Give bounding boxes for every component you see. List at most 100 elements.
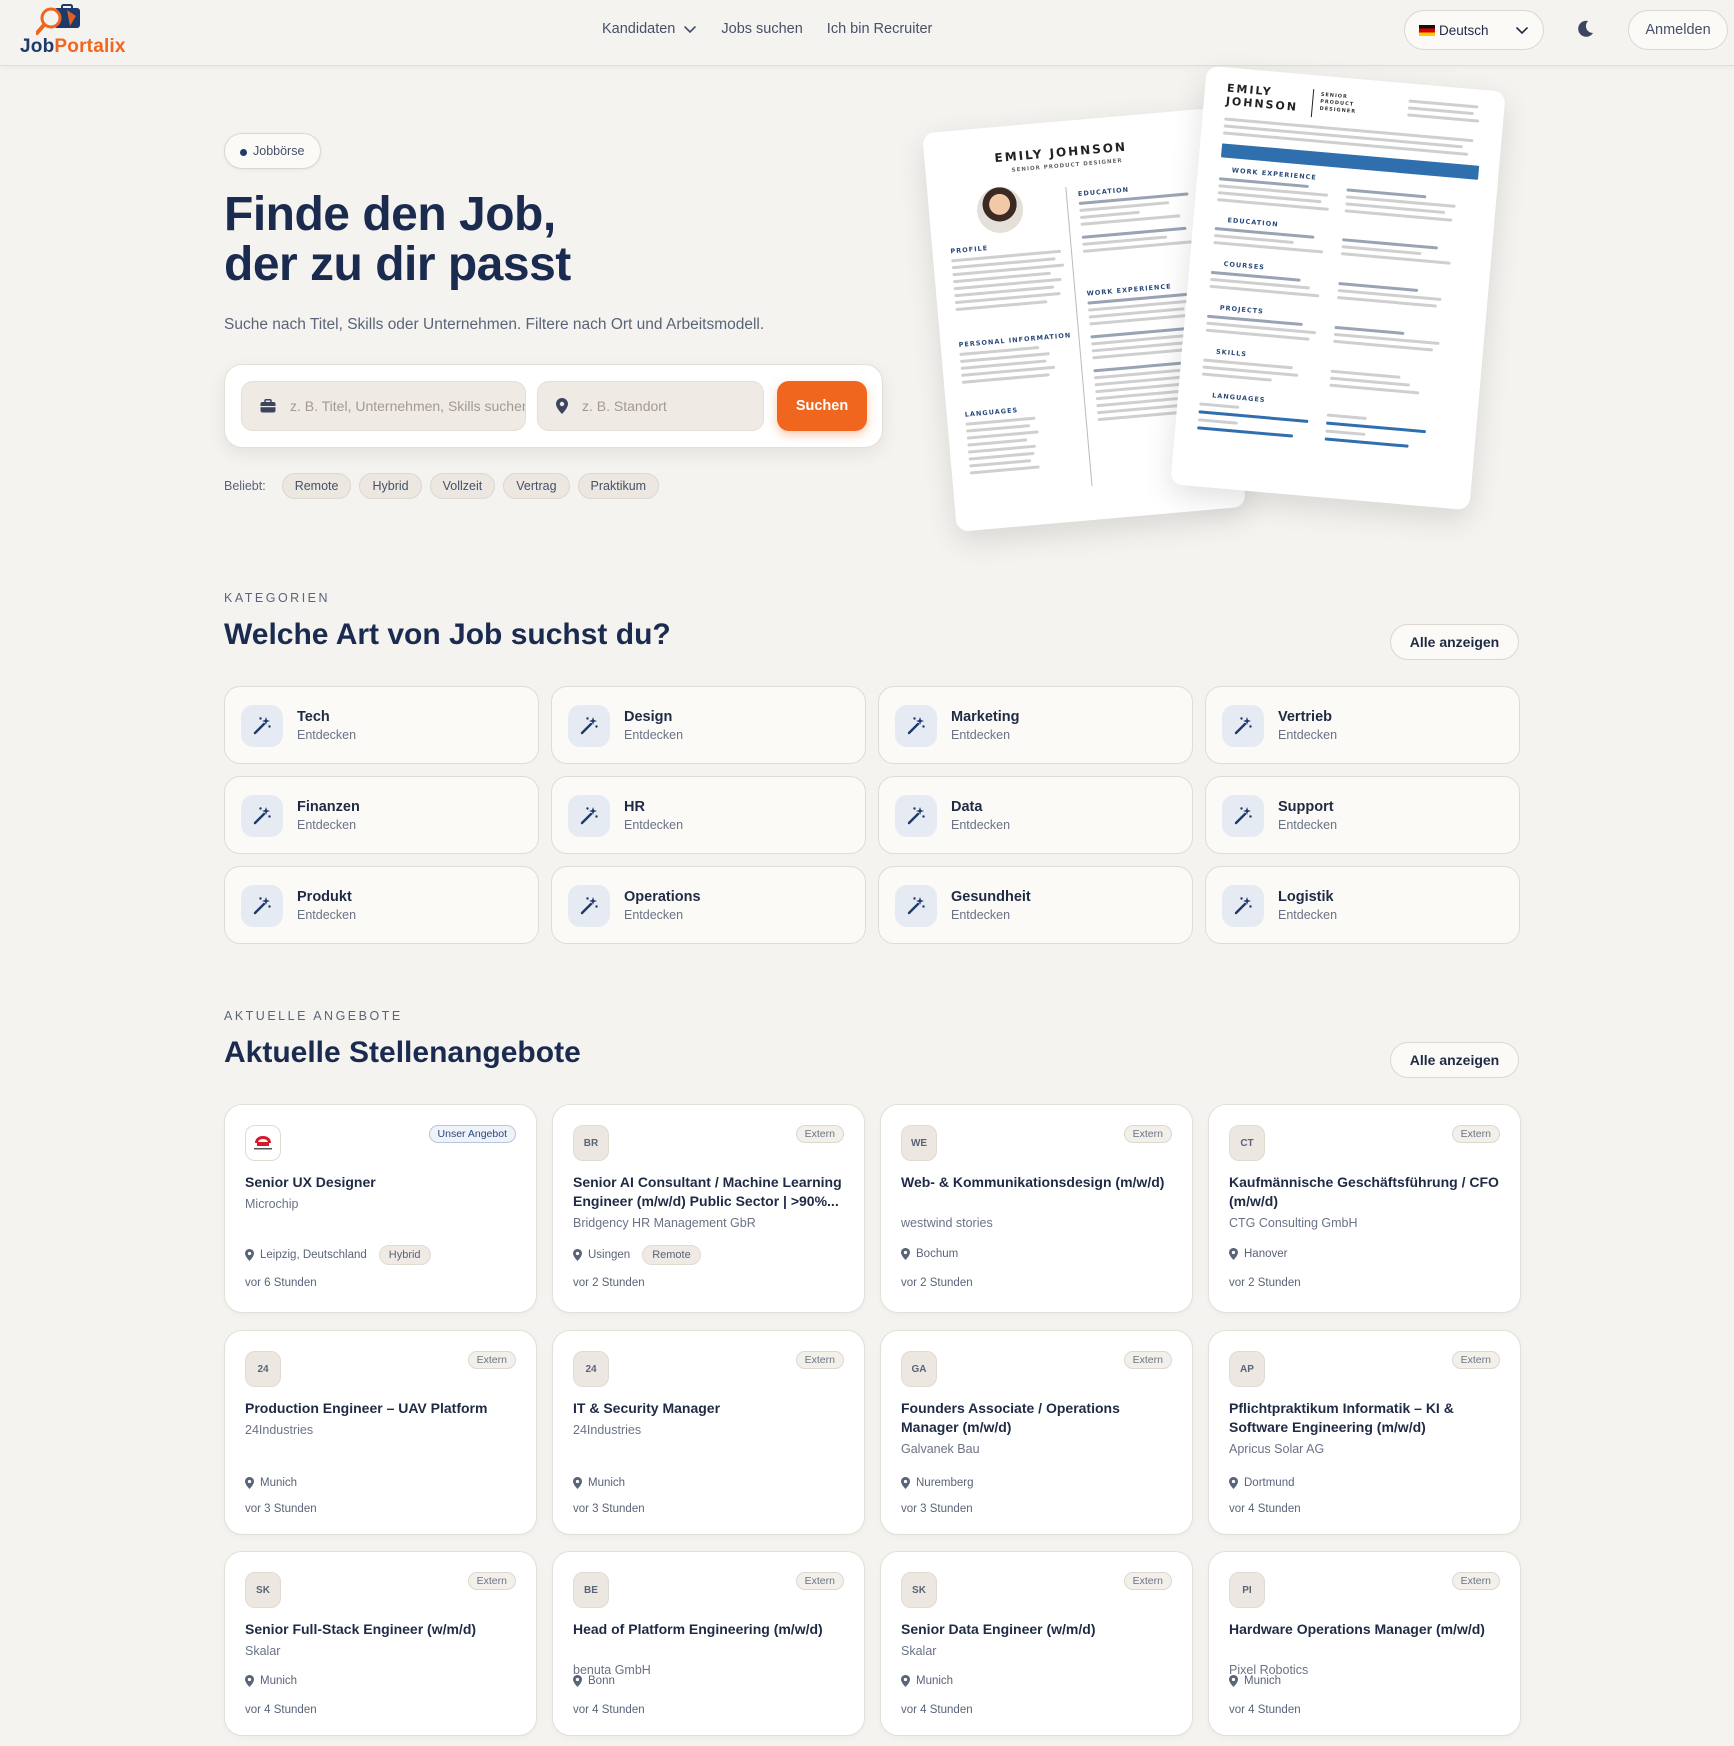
job-card[interactable]: 24 Extern IT & Security Manager 24Industrie… [552,1330,865,1535]
job-card[interactable]: PI Extern Hardware Operations Manager (m/w… [1208,1551,1521,1736]
job-source-badge: Extern [1123,1572,1172,1590]
map-pin-icon [901,1675,910,1687]
job-source-badge: Extern [1123,1125,1172,1143]
german-flag-icon [1419,24,1435,36]
job-title[interactable]: Pflichtpraktikum Informatik – KI & Softw… [1229,1399,1501,1437]
category-card-design[interactable]: Design Entdecken [551,686,866,764]
map-pin-icon [573,1477,582,1489]
job-location: Dortmund [1229,1477,1295,1489]
category-card-gesundheit[interactable]: Gesundheit Entdecken [878,866,1193,944]
category-card-data[interactable]: Data Entdecken [878,776,1193,854]
nav-recruiter[interactable]: Ich bin Recruiter [827,21,933,37]
resume-back-section-education: EDUCATION [1077,185,1130,199]
logo[interactable]: JobPortalix [20,4,140,60]
job-location: Bonn [573,1675,615,1687]
job-title[interactable]: Hardware Operations Manager (m/w/d) [1229,1620,1501,1639]
language-select[interactable]: Deutsch [1404,10,1544,50]
job-card[interactable]: BE Extern Head of Platform Engineering (m/… [552,1551,865,1736]
category-card-marketing[interactable]: Marketing Entdecken [878,686,1193,764]
chip-praktikum[interactable]: Praktikum [577,473,660,499]
job-location: Bochum [901,1248,958,1260]
job-location: Hanover [1229,1248,1287,1260]
job-posted-time: vor 2 Stunden [1229,1277,1301,1289]
category-card-tech[interactable]: Tech Entdecken [224,686,539,764]
moon-icon[interactable] [1574,18,1596,40]
job-title[interactable]: Senior Data Engineer (w/m/d) [901,1620,1173,1639]
magic-wand-icon [895,795,937,837]
chip-remote[interactable]: Remote [281,473,352,499]
chip-hybrid[interactable]: Hybrid [359,473,422,499]
map-pin-icon [245,1249,254,1261]
map-pin-icon [901,1477,910,1489]
jobs-see-all-button[interactable]: Alle anzeigen [1390,1042,1519,1078]
job-card[interactable]: CT Extern Kaufmännische Geschäftsführung /… [1208,1104,1521,1313]
chip-vertrag[interactable]: Vertrag [503,473,570,499]
category-card-vertrieb[interactable]: Vertrieb Entdecken [1205,686,1520,764]
category-card-support[interactable]: Support Entdecken [1205,776,1520,854]
search-location-field[interactable] [537,381,764,431]
category-name: Operations [624,889,701,905]
job-card[interactable]: 24 Extern Production Engineer – UAV Platfo… [224,1330,537,1535]
categories-see-all-button[interactable]: Alle anzeigen [1390,624,1519,660]
search-button[interactable]: Suchen [777,381,867,431]
category-subtitle: Entdecken [297,728,357,742]
job-card[interactable]: SK Extern Senior Data Engineer (w/m/d) Skal… [880,1551,1193,1736]
category-card-hr[interactable]: HR Entdecken [551,776,866,854]
job-posted-time: vor 4 Stunden [245,1704,317,1716]
job-title[interactable]: Founders Associate / Operations Manager … [901,1399,1173,1437]
location-input[interactable] [582,398,763,414]
job-location-label: Munich [588,1477,626,1489]
job-company: Apricus Solar AG [1229,1442,1325,1456]
job-company: 24Industries [573,1423,642,1437]
chip-vollzeit[interactable]: Vollzeit [429,473,496,499]
job-card[interactable]: Unser Angebot Senior UX Designer Microchip… [224,1104,537,1313]
job-source-badge: Extern [1451,1351,1500,1369]
job-location: Usingen Remote [573,1245,701,1265]
job-card[interactable]: SK Extern Senior Full-Stack Engineer (w/m/… [224,1551,537,1736]
category-subtitle: Entdecken [951,818,1011,832]
resume-preview-front: EMILY JOHNSON SENIOR PRODUCT DESIGNER WO… [1170,65,1506,511]
job-card[interactable]: AP Extern Pflichtpraktikum Informatik – KI… [1208,1330,1521,1535]
company-logo: 24 [245,1351,281,1387]
company-logo: WE [901,1125,937,1161]
category-card-finanzen[interactable]: Finanzen Entdecken [224,776,539,854]
map-pin-icon [556,398,568,414]
nav-jobs-suchen[interactable]: Jobs suchen [721,21,802,37]
nav-jobs-suchen-label: Jobs suchen [721,21,803,37]
job-title[interactable]: Head of Platform Engineering (m/w/d) [573,1620,845,1639]
category-subtitle: Entdecken [1278,818,1338,832]
job-source-badge: Extern [467,1572,516,1590]
job-title[interactable]: Kaufmännische Geschäftsführung / CFO (m/… [1229,1173,1501,1211]
job-posted-time: vor 3 Stunden [245,1503,317,1515]
job-company: Skalar [901,1644,937,1658]
category-name: Finanzen [297,799,360,815]
search-input[interactable] [290,398,525,414]
category-name: Logistik [1278,889,1334,905]
job-title[interactable]: Senior AI Consultant / Machine Learning … [573,1173,845,1211]
category-card-logistik[interactable]: Logistik Entdecken [1205,866,1520,944]
popular-filters: Beliebt: Remote Hybrid Vollzeit Vertrag … [224,473,667,499]
job-title[interactable]: Web- & Kommunikationsdesign (m/w/d) [901,1173,1173,1192]
magic-wand-icon [568,885,610,927]
job-location-label: Nuremberg [916,1477,974,1489]
logo-text-job: Job [20,36,55,57]
search-query-field[interactable] [241,381,526,431]
category-subtitle: Entdecken [624,818,684,832]
category-card-operations[interactable]: Operations Entdecken [551,866,866,944]
job-title[interactable]: Senior UX Designer [245,1173,517,1192]
job-card[interactable]: BR Extern Senior AI Consultant / Machine L… [552,1104,865,1313]
job-title[interactable]: Senior Full-Stack Engineer (w/m/d) [245,1620,517,1639]
job-card[interactable]: WE Extern Web- & Kommunikationsdesign (m/w… [880,1104,1193,1313]
job-card[interactable]: GA Extern Founders Associate / Operations … [880,1330,1193,1535]
login-button[interactable]: Anmelden [1628,10,1728,50]
hero-title-line2: der zu dir passt [224,238,571,291]
job-posted-time: vor 4 Stunden [1229,1704,1301,1716]
category-name: HR [624,799,645,815]
job-title[interactable]: IT & Security Manager [573,1399,845,1418]
job-title[interactable]: Production Engineer – UAV Platform [245,1399,517,1418]
nav-kandidaten[interactable]: Kandidaten [602,21,697,37]
category-card-produkt[interactable]: Produkt Entdecken [224,866,539,944]
magic-wand-icon [568,705,610,747]
job-company: Galvanek Bau [901,1442,980,1456]
map-pin-icon [573,1675,582,1687]
